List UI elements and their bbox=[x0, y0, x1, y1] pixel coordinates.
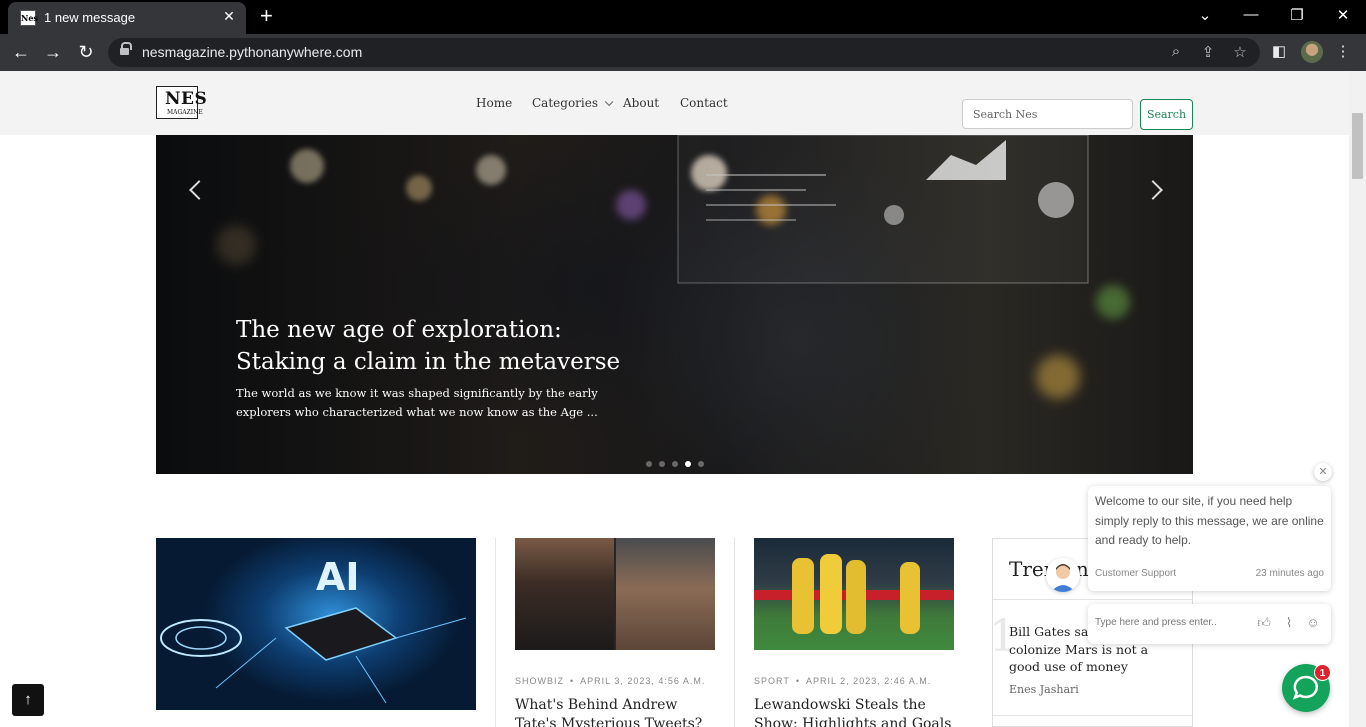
chevron-down-icon bbox=[604, 97, 614, 107]
nav-home[interactable]: Home bbox=[476, 96, 512, 110]
side-panel-icon[interactable]: ◧ bbox=[1269, 42, 1289, 60]
article-image-showbiz[interactable] bbox=[515, 538, 715, 650]
hero-excerpt: The world as we know it was shaped signi… bbox=[236, 386, 598, 419]
chat-message-bubble: Welcome to our site, if you need help si… bbox=[1088, 486, 1331, 591]
hero-title[interactable]: The new age of exploration: Staking a cl… bbox=[236, 314, 656, 378]
address-bar[interactable]: nesmagazine.pythonanywhere.com ⌕ ⇪ ☆ bbox=[108, 38, 1260, 67]
divider bbox=[993, 715, 1192, 716]
agent-avatar-icon bbox=[1051, 564, 1075, 592]
chat-input-box[interactable]: Type here and press enter.. 👍︎ ⌇ ☺ bbox=[1088, 604, 1331, 644]
browser-toolbar: ← → ↻ nesmagazine.pythonanywhere.com ⌕ ⇪… bbox=[0, 34, 1366, 71]
url-text: nesmagazine.pythonanywhere.com bbox=[142, 44, 363, 60]
article-meta: SHOWBIZ • APRIL 3, 2023, 4:56 A.M. bbox=[515, 676, 706, 686]
carousel-indicators bbox=[646, 454, 711, 467]
article-category[interactable]: SHOWBIZ bbox=[515, 676, 564, 686]
carousel-dot[interactable] bbox=[659, 461, 665, 467]
chat-timestamp: 23 minutes ago bbox=[1255, 568, 1324, 579]
site-logo[interactable]: NES MAGAZINE bbox=[156, 86, 207, 119]
player-shape bbox=[846, 560, 866, 634]
article-meta: SPORT • APRIL 2, 2023, 2:46 A.M. bbox=[754, 676, 932, 686]
carousel-dot[interactable] bbox=[698, 461, 704, 467]
share-icon[interactable]: ⇪ bbox=[1198, 43, 1218, 61]
chat-message-text: Welcome to our site, if you need help si… bbox=[1095, 494, 1324, 547]
reload-icon[interactable]: ↻ bbox=[74, 41, 98, 63]
minimize-icon[interactable]: — bbox=[1241, 6, 1261, 23]
back-arrow-icon[interactable]: ← bbox=[9, 41, 33, 63]
new-tab-plus-icon[interactable]: + bbox=[260, 4, 273, 28]
hero-carousel[interactable]: The new age of exploration: Staking a cl… bbox=[156, 135, 1193, 474]
browser-tab[interactable]: Nes 1 new message ✕ bbox=[8, 2, 246, 34]
player-shape bbox=[792, 558, 814, 634]
hero-overlay bbox=[156, 135, 1193, 474]
article-category[interactable]: SPORT bbox=[754, 676, 790, 686]
article-title[interactable]: What's Behind Andrew Tate's Mysterious T… bbox=[515, 696, 720, 727]
support-agent-avatar bbox=[1046, 558, 1080, 592]
svg-text:AI: AI bbox=[316, 555, 360, 599]
tab-close-icon[interactable]: ✕ bbox=[220, 8, 238, 25]
chat-sender: Customer Support bbox=[1095, 568, 1177, 579]
article-image-sport[interactable] bbox=[754, 538, 954, 650]
nav-about[interactable]: About bbox=[623, 96, 659, 110]
search-input[interactable]: Search Nes bbox=[962, 99, 1133, 129]
chat-unread-badge: 1 bbox=[1314, 664, 1331, 681]
scrollbar-thumb[interactable] bbox=[1352, 113, 1363, 179]
chat-close-icon[interactable]: ✕ bbox=[1314, 463, 1332, 481]
article-title[interactable]: Lewandowski Steals the Show: Highlights … bbox=[754, 696, 959, 727]
nav-categories[interactable]: Categories bbox=[532, 96, 614, 110]
tab-favicon-icon: Nes bbox=[20, 10, 38, 26]
search-button[interactable]: Search bbox=[1140, 99, 1193, 130]
chat-input-placeholder: Type here and press enter.. bbox=[1095, 617, 1217, 628]
page-scrollbar[interactable] bbox=[1349, 71, 1366, 727]
carousel-dot-active[interactable] bbox=[685, 461, 691, 467]
divider bbox=[993, 599, 1192, 600]
thumbs-up-icon[interactable]: 👍︎ bbox=[1256, 615, 1272, 631]
tab-title: 1 new message bbox=[44, 10, 136, 25]
logo-sub-text: MAGAZINE bbox=[167, 109, 203, 116]
profile-avatar[interactable] bbox=[1301, 41, 1323, 63]
browser-menu-icon[interactable]: ⋮ bbox=[1333, 42, 1353, 60]
bookmark-star-icon[interactable]: ☆ bbox=[1230, 43, 1250, 61]
restore-icon[interactable]: ❐ bbox=[1287, 6, 1307, 24]
article-image-ai[interactable]: AI bbox=[156, 538, 476, 710]
nav-contact[interactable]: Contact bbox=[680, 96, 728, 110]
window-close-icon[interactable]: ✕ bbox=[1333, 6, 1353, 24]
nav-categories-label: Categories bbox=[532, 96, 598, 110]
carousel-dot[interactable] bbox=[672, 461, 678, 467]
photo-right bbox=[616, 538, 715, 650]
player-shape bbox=[820, 554, 842, 634]
tab-search-chevron-icon[interactable]: ⌄ bbox=[1195, 6, 1215, 24]
zoom-magnifier-icon[interactable]: ⌕ bbox=[1166, 43, 1186, 60]
photo-left bbox=[515, 538, 614, 650]
trending-item-author: Enes Jashari bbox=[1009, 683, 1079, 696]
article-date: APRIL 2, 2023, 2:46 A.M. bbox=[806, 676, 932, 686]
article-date: APRIL 3, 2023, 4:56 A.M. bbox=[580, 676, 706, 686]
back-to-top-arrow-icon[interactable]: ↑ bbox=[12, 684, 44, 716]
site-header: NES MAGAZINE Home Categories About Conta… bbox=[0, 71, 1349, 135]
carousel-dot[interactable] bbox=[646, 461, 652, 467]
logo-main-text: NES bbox=[165, 89, 208, 109]
emoji-icon[interactable]: ☺ bbox=[1305, 615, 1321, 631]
lock-icon[interactable] bbox=[120, 42, 132, 57]
ai-chip-graphic: AI bbox=[160, 555, 467, 704]
browser-tab-bar: Nes 1 new message ✕ + ⌄ — ❐ ✕ bbox=[0, 0, 1366, 34]
player-shape bbox=[900, 562, 920, 634]
forward-arrow-icon[interactable]: → bbox=[41, 41, 65, 63]
paperclip-icon[interactable]: ⌇ bbox=[1281, 615, 1297, 631]
column-divider bbox=[495, 538, 496, 727]
column-divider bbox=[734, 538, 735, 727]
